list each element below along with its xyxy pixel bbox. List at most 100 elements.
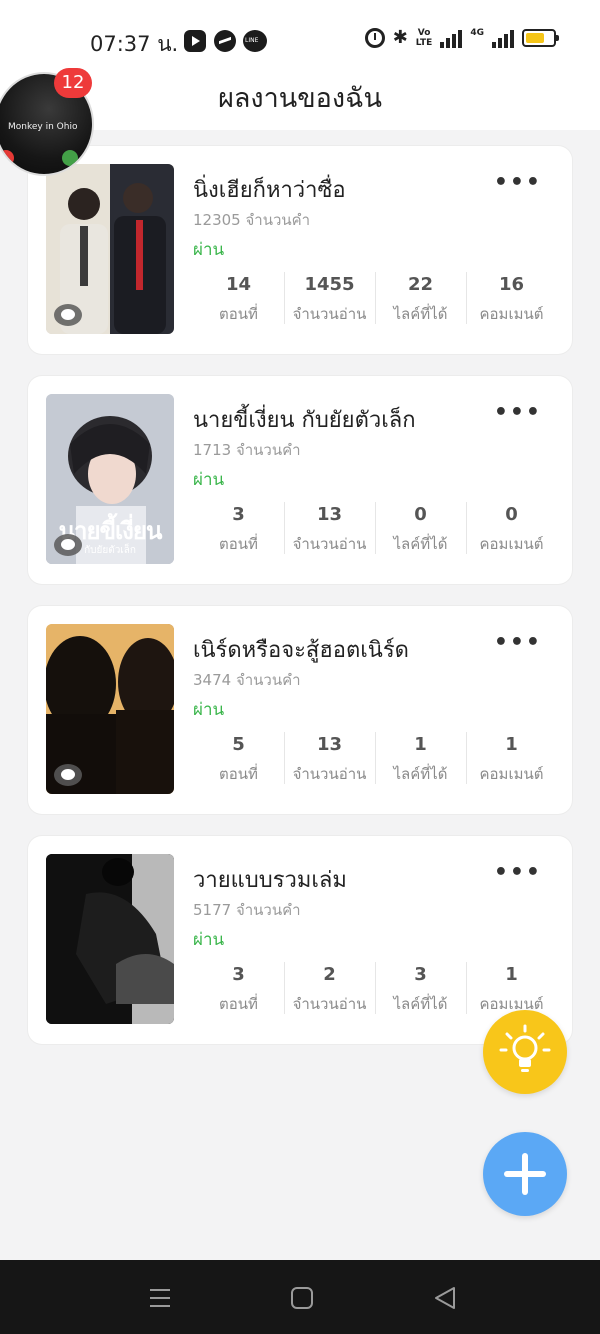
stat-comments: 1 คอมเมนต์ [466,732,557,788]
stat-value: 0 [414,504,427,525]
volte-label: Vo LTE [415,28,433,48]
stat-label: ตอนที่ [219,305,258,323]
comment-icon [54,304,82,326]
stat-value: 1 [505,964,518,985]
stat-label: คอมเมนต์ [479,305,544,323]
stat-chapters: 3 ตอนที่ [193,502,284,558]
line-icon [243,30,267,52]
stat-chapters: 14 ตอนที่ [193,272,284,328]
more-options-icon[interactable]: ••• [494,860,542,885]
stat-label: ไลค์ที่ได้ [393,535,448,553]
messenger-icon [214,30,236,52]
system-nav-bar [0,1260,600,1334]
tips-button[interactable] [483,1010,567,1094]
stat-label: จำนวนอ่าน [292,535,367,553]
stat-value: 5 [232,734,245,755]
stat-chapters: 5 ตอนที่ [193,732,284,788]
work-title[interactable]: วายแบบรวมเล่ม [193,862,347,897]
status-badge: ผ่าน [193,930,225,950]
stat-value: 22 [407,274,434,295]
cover-illustration [46,854,174,1024]
work-stats: 3 ตอนที่ 13 จำนวนอ่าน 0 ไลค์ที่ได้ 0 คอมเมนต… [193,502,557,558]
work-title[interactable]: เนิร์ดหรือจะสู้ฮอตเนิร์ด [193,632,409,667]
stat-label: ไลค์ที่ได้ [393,995,448,1013]
signal-icon-2 [492,28,514,48]
stat-label: คอมเมนต์ [479,765,544,783]
stat-value: 1 [414,734,427,755]
stat-comments: 0 คอมเมนต์ [466,502,557,558]
alarm-icon [364,28,385,48]
work-card[interactable]: นายขี้เงี่ยน กับยัยตัวเล็ก นายขี้เงี่ยน … [28,376,572,584]
recents-menu-icon[interactable] [147,1285,173,1311]
stat-label: ตอนที่ [219,995,258,1013]
back-icon[interactable] [432,1285,458,1311]
end-call-icon[interactable] [0,150,14,166]
stat-value: 2 [323,964,336,985]
stat-likes: 0 ไลค์ที่ได้ [375,502,466,558]
stat-label: ตอนที่ [219,535,258,553]
more-options-icon[interactable]: ••• [494,630,542,655]
word-count: 3474 จำนวนคำ [193,671,301,689]
stat-value: 3 [414,964,427,985]
notification-count-badge: 12 [54,68,92,98]
home-icon[interactable] [289,1285,315,1311]
stat-likes: 1 ไลค์ที่ได้ [375,732,466,788]
add-work-button[interactable] [483,1132,567,1216]
stat-reads: 13 จำนวนอ่าน [284,732,375,788]
work-card[interactable]: เนิร์ดหรือจะสู้ฮอตเนิร์ด ••• 3474 จำนวนค… [28,606,572,814]
status-badge: ผ่าน [193,700,225,720]
youtube-icon [184,30,206,52]
signal-icon [440,28,463,48]
cover-image[interactable] [46,854,174,1024]
more-options-icon[interactable]: ••• [494,400,542,425]
stat-label: ตอนที่ [219,765,258,783]
stat-label: จำนวนอ่าน [292,305,367,323]
work-stats: 5 ตอนที่ 13 จำนวนอ่าน 1 ไลค์ที่ได้ 1 คอมเมนต… [193,732,557,788]
stat-label: จำนวนอ่าน [292,765,367,783]
stat-comments: 16 คอมเมนต์ [466,272,557,328]
stat-value: 1 [505,734,518,755]
comment-icon [54,764,82,786]
video-caption: Monkey in Ohio [8,122,78,132]
work-title[interactable]: นิ่งเฮียก็หาว่าซื่อ [193,172,346,207]
stat-value: 13 [316,504,343,525]
word-count: 1713 จำนวนคำ [193,441,301,459]
status-badge: ผ่าน [193,470,225,490]
status-badge: ผ่าน [193,240,225,260]
stat-label: จำนวนอ่าน [292,995,367,1013]
stat-value: 14 [225,274,252,295]
status-time: 07:37 น. [90,32,179,56]
word-count: 5177 จำนวนคำ [193,901,301,919]
answer-call-icon[interactable] [62,150,78,166]
cover-image[interactable]: นายขี้เงี่ยน กับยัยตัวเล็ก [46,394,174,564]
stat-likes: 3 ไลค์ที่ได้ [375,962,466,1018]
stat-value: 1455 [304,274,355,295]
cover-image[interactable] [46,164,174,334]
work-card[interactable]: นิ่งเฮียก็หาว่าซื่อ ••• 12305 จำนวนคำ ผ่… [28,146,572,354]
stat-value: 0 [505,504,518,525]
stat-chapters: 3 ตอนที่ [193,962,284,1018]
word-count: 12305 จำนวนคำ [193,211,311,229]
work-stats: 14 ตอนที่ 1455 จำนวนอ่าน 22 ไลค์ที่ได้ 16 คอ… [193,272,557,328]
cover-image[interactable] [46,624,174,794]
more-options-icon[interactable]: ••• [494,170,542,195]
lightbulb-icon [499,1024,551,1072]
comment-icon [54,534,82,556]
stat-value: 3 [232,964,245,985]
stat-label: คอมเมนต์ [479,535,544,553]
stat-likes: 22 ไลค์ที่ได้ [375,272,466,328]
plus-icon [504,1153,546,1195]
status-indicators: ✱ Vo LTE 4G [364,27,559,48]
stat-value: 13 [316,734,343,755]
stat-reads: 13 จำนวนอ่าน [284,502,375,558]
status-bar: 07:37 น. ✱ VoLTE 4G [0,0,600,80]
stat-reads: 1455 จำนวนอ่าน [284,272,375,328]
stat-value: 3 [232,504,245,525]
work-title[interactable]: นายขี้เงี่ยน กับยัยตัวเล็ก [193,402,416,437]
stat-reads: 2 จำนวนอ่าน [284,962,375,1018]
battery-icon [522,29,559,47]
network-type-label: 4G [470,28,484,38]
works-list: นิ่งเฮียก็หาว่าซื่อ ••• 12305 จำนวนคำ ผ่… [28,146,572,1066]
stat-label: ไลค์ที่ได้ [393,765,448,783]
bluetooth-icon: ✱ [392,27,408,48]
